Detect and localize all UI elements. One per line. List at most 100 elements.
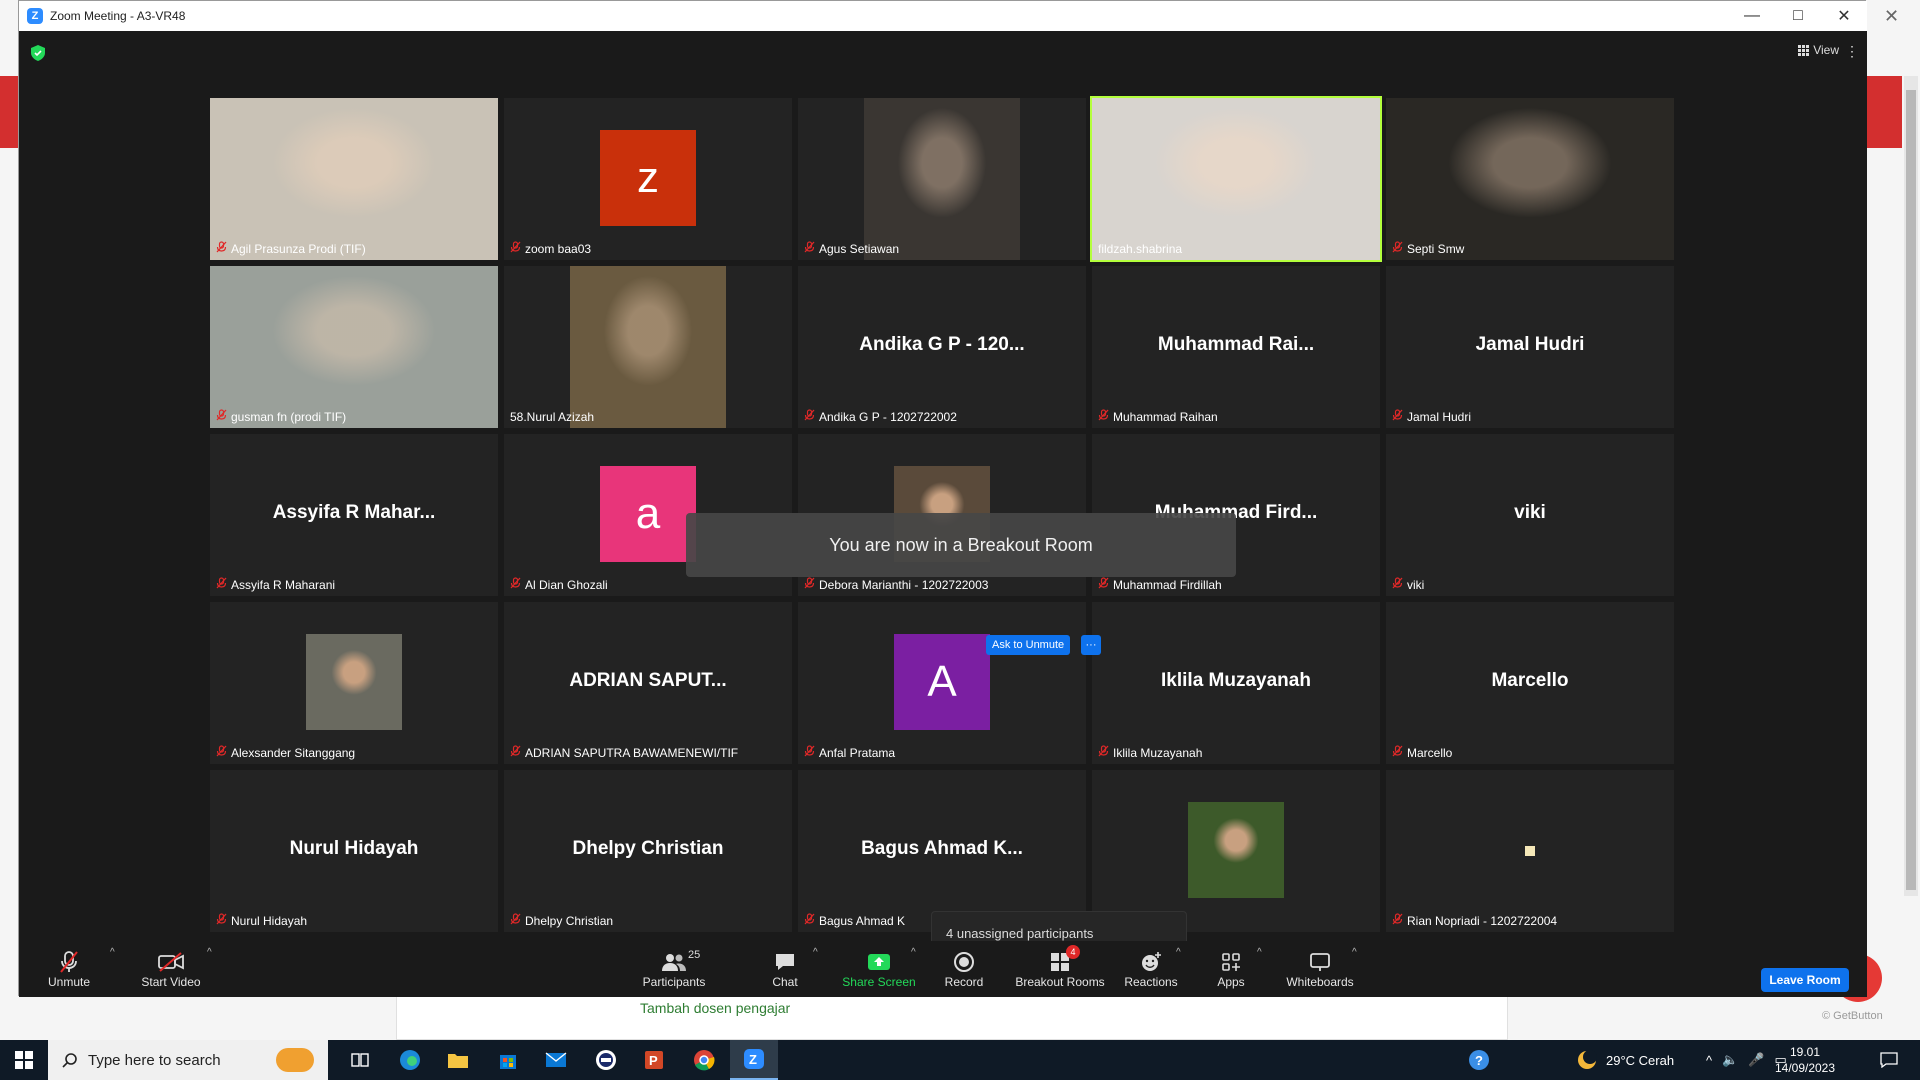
participant-name-label: Marcello [1392, 745, 1452, 760]
participant-name: Septi Smw [1407, 241, 1465, 256]
close-button[interactable]: ✕ [1821, 1, 1867, 31]
participant-display-name: Bagus Ahmad K... [861, 838, 1023, 859]
participant-name: Muhammad Firdillah [1113, 577, 1222, 592]
chat-app-icon[interactable] [582, 1040, 630, 1080]
participant-name-label: Jamal Hudri [1392, 409, 1471, 424]
participant-tile[interactable]: Bagus Ahmad K... Bagus Ahmad K [798, 770, 1086, 932]
participant-name-label: Rian Nopriadi - 1202722004 [1392, 913, 1557, 928]
taskbar-search[interactable]: Type here to search [48, 1040, 328, 1080]
participant-tile[interactable]: Jamal Hudri Jamal Hudri [1386, 266, 1674, 428]
participant-display-name: Marcello [1491, 670, 1569, 691]
participant-tile[interactable]: ADRIAN SAPUT... ADRIAN SAPUTRA BAWAMENEWI… [504, 602, 792, 764]
record-button[interactable]: Record [933, 949, 995, 989]
participant-tile[interactable]: Septi Smw [1386, 98, 1674, 260]
participants-icon [662, 954, 686, 971]
file-explorer-icon[interactable] [434, 1040, 482, 1080]
volume-icon[interactable]: 🔈 [1722, 1052, 1738, 1068]
ask-to-unmute-button[interactable]: Ask to Unmute [986, 635, 1071, 655]
security-shield-icon[interactable] [31, 45, 45, 61]
participant-name-label: Bagus Ahmad K [804, 913, 905, 928]
muted-mic-icon [1392, 745, 1403, 760]
taskbar-clock[interactable]: 19.01 14/09/2023 [1770, 1044, 1840, 1076]
apps-options-caret[interactable]: ^ [1257, 947, 1262, 958]
muted-mic-icon [510, 241, 521, 256]
whiteboards-button[interactable]: Whiteboards [1283, 949, 1357, 989]
zoom-taskbar-icon[interactable]: Z [730, 1040, 778, 1080]
participant-tile[interactable]: Iklila Muzayanah Iklila Muzayanah [1092, 602, 1380, 764]
participant-display-name: Muhammad Rai... [1157, 334, 1315, 355]
start-button[interactable] [0, 1040, 48, 1080]
participant-tile[interactable]: Agus Setiawan [798, 98, 1086, 260]
chat-button[interactable]: Chat [759, 949, 811, 989]
participant-tile[interactable]: Andika G P - 120... Andika G P - 12027220… [798, 266, 1086, 428]
tray-expand-icon[interactable]: ^ [1706, 1053, 1712, 1068]
minimize-button[interactable]: — [1729, 1, 1775, 31]
audio-options-caret[interactable]: ^ [110, 947, 115, 958]
participants-button[interactable]: Participants [624, 949, 724, 989]
participant-tile[interactable]: Dhelpy Christian Dhelpy Christian [504, 770, 792, 932]
weather-widget[interactable]: 29°C Cerah [1576, 1040, 1674, 1080]
tile-more-button[interactable]: ··· [1081, 635, 1101, 655]
video-options-caret[interactable]: ^ [207, 947, 212, 958]
share-screen-button[interactable]: Share Screen [837, 949, 921, 989]
participant-tile[interactable]: viki viki [1386, 434, 1674, 596]
participant-tile[interactable]: Muhammad Rai... Muhammad Raihan [1092, 266, 1380, 428]
muted-mic-icon [216, 913, 227, 928]
muted-mic-icon [216, 409, 227, 424]
notifications-icon[interactable] [1880, 1040, 1898, 1080]
help-icon[interactable]: ? [1468, 1040, 1490, 1080]
participant-tile[interactable]: Rian Nopriadi - 1202722004 [1386, 770, 1674, 932]
more-options-icon[interactable]: ⋮ [1845, 43, 1859, 60]
zoom-app-icon: Z [27, 8, 43, 24]
participant-display-name: Jamal Hudri [1475, 334, 1585, 355]
mail-icon[interactable] [532, 1040, 580, 1080]
muted-mic-icon [804, 913, 815, 928]
reactions-options-caret[interactable]: ^ [1176, 947, 1181, 958]
participant-name: Dhelpy Christian [525, 913, 614, 928]
chat-options-caret[interactable]: ^ [813, 947, 818, 958]
reactions-button[interactable]: Reactions [1121, 949, 1181, 989]
whiteboards-options-caret[interactable]: ^ [1352, 947, 1357, 958]
apps-icon [1222, 953, 1240, 971]
breakout-rooms-button[interactable]: Breakout Rooms [1015, 949, 1105, 989]
avatar: A [894, 634, 990, 730]
participant-name: Assyifa R Maharani [231, 577, 336, 592]
participant-name: Marcello [1407, 745, 1453, 760]
participant-name: Anfal Pratama [819, 745, 896, 760]
background-close-icon[interactable]: ✕ [1884, 6, 1899, 27]
participant-tile[interactable]: A Anfal Pratama [798, 602, 1086, 764]
participant-tile[interactable]: gusman fn (prodi TIF) [210, 266, 498, 428]
participant-name-label: Andika G P - 1202722002 [804, 409, 957, 424]
edge-browser-icon[interactable] [386, 1040, 434, 1080]
participant-name: Al Dian Ghozali [525, 577, 608, 592]
start-video-button[interactable]: Start Video [123, 949, 219, 989]
participant-tile[interactable]: fildzah.shabrina [1090, 96, 1382, 262]
maximize-button[interactable]: □ [1775, 1, 1821, 31]
participant-tile[interactable]: 58.Nurul Azizah [504, 266, 792, 428]
search-placeholder: Type here to search [88, 1051, 221, 1069]
avatar: a [600, 466, 696, 562]
apps-button[interactable]: Apps [1211, 949, 1251, 989]
participant-tile[interactable]: Assyifa R Mahar... Assyifa R Maharani [210, 434, 498, 596]
video-off-icon [158, 952, 184, 972]
microphone-icon[interactable]: 🎤 [1748, 1052, 1764, 1068]
participant-video [570, 266, 726, 428]
share-options-caret[interactable]: ^ [911, 947, 916, 958]
background-banner-right [1866, 76, 1902, 148]
leave-room-button[interactable]: Leave Room [1761, 968, 1849, 992]
participant-tile[interactable]: Wasaraka [1092, 770, 1380, 932]
unmute-button[interactable]: Unmute [37, 949, 101, 989]
background-scrollbar-thumb[interactable] [1906, 90, 1916, 890]
participant-tile[interactable]: Nurul Hidayah Nurul Hidayah [210, 770, 498, 932]
chrome-icon[interactable] [680, 1040, 728, 1080]
view-button[interactable]: View [1798, 43, 1839, 57]
task-view-icon[interactable] [336, 1040, 384, 1080]
participant-tile[interactable]: Marcello Marcello [1386, 602, 1674, 764]
participant-tile[interactable]: Alexsander Sitanggang [210, 602, 498, 764]
add-lecturer-link[interactable]: Tambah dosen pengajar [640, 1000, 790, 1016]
powerpoint-icon[interactable]: P [630, 1040, 678, 1080]
participant-tile[interactable]: Agil Prasunza Prodi (TIF) [210, 98, 498, 260]
participant-tile[interactable]: z zoom baa03 [504, 98, 792, 260]
participant-video [1386, 98, 1674, 260]
store-icon[interactable] [484, 1040, 532, 1080]
